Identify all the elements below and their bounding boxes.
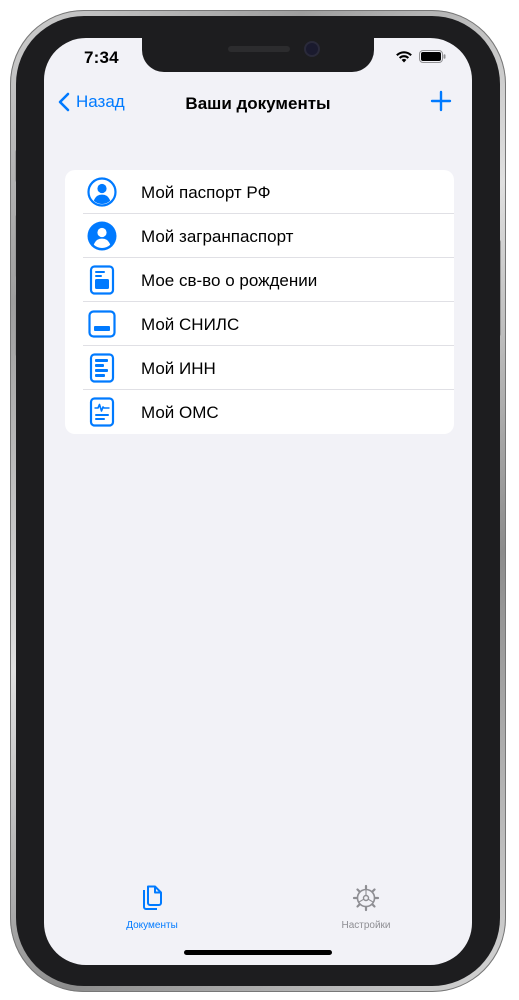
list-item-snils[interactable]: Мой СНИЛС	[65, 302, 454, 346]
birth-certificate-icon	[87, 265, 117, 295]
speaker	[228, 46, 290, 52]
notch	[142, 38, 374, 72]
wifi-icon	[396, 51, 412, 63]
list-item-inn[interactable]: Мой ИНН	[65, 346, 454, 390]
list-item-label: Мой СНИЛС	[141, 315, 240, 334]
person-circle-filled-icon	[87, 221, 117, 251]
tab-bar: Документы Настройки	[44, 878, 472, 938]
list-item-oms[interactable]: Мой ОМС	[65, 390, 454, 434]
battery-icon	[419, 50, 446, 63]
tab-label: Документы	[126, 920, 178, 931]
status-icons	[395, 50, 446, 63]
inn-document-icon	[87, 353, 117, 383]
list-item-birth-certificate[interactable]: Мое св-во о рождении	[65, 258, 454, 302]
tab-documents[interactable]: Документы	[92, 884, 212, 931]
page-title: Ваши документы	[185, 94, 331, 113]
screen: 7:34 Назад Ваши документы Мой паспорт РФ…	[44, 38, 472, 965]
list-item-label: Мой загранпаспорт	[141, 227, 294, 246]
documents-icon	[143, 885, 162, 910]
home-indicator[interactable]	[184, 950, 332, 955]
status-time: 7:34	[84, 48, 119, 67]
list-item-label: Мой ИНН	[141, 359, 216, 378]
snils-card-icon	[87, 309, 117, 339]
list-item-label: Мой паспорт РФ	[141, 183, 271, 202]
navigation-bar: Назад Ваши документы	[44, 90, 472, 118]
tab-settings[interactable]: Настройки	[306, 884, 426, 931]
gear-icon	[352, 884, 380, 912]
list-item-passport[interactable]: Мой паспорт РФ	[65, 170, 454, 214]
medical-document-icon	[87, 397, 117, 427]
plus-icon	[430, 90, 452, 112]
camera	[306, 43, 318, 55]
tab-label: Настройки	[341, 920, 391, 931]
list-item-label: Мое св-во о рождении	[141, 271, 318, 290]
list-item-international-passport[interactable]: Мой загранпаспорт	[65, 214, 454, 258]
documents-list: Мой паспорт РФ Мой загранпаспорт Мое св-…	[65, 170, 454, 434]
add-button[interactable]	[430, 90, 452, 117]
list-item-label: Мой ОМС	[141, 403, 219, 422]
person-circle-outline-icon	[87, 177, 117, 207]
